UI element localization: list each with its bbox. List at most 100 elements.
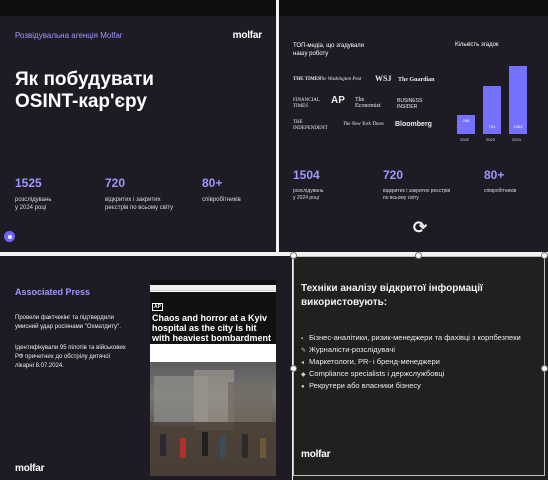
title-line-2: використовують: xyxy=(301,297,388,308)
bullet-text: Рекрутери або власники бізнесу xyxy=(309,381,421,390)
briefcase-icon: ▪ xyxy=(301,336,304,342)
media-logo-washington-post: The Washington Post xyxy=(319,77,362,82)
media-logo-times: THE TIMES xyxy=(293,77,321,82)
megaphone-icon: ◂ xyxy=(301,360,305,366)
para2-line-1: Ідентифікували 95 пілотів та військових xyxy=(15,345,126,351)
stat-label: співробітників xyxy=(484,188,517,194)
bullet-item: ▪ Бізнес-аналітики, ризик-менеджери та фа… xyxy=(301,333,521,342)
slide-topbar xyxy=(279,0,548,16)
bullet-item: ◂ Маркетологи, PR- і бренд-менеджери xyxy=(301,357,440,366)
stat-value: 1525 xyxy=(15,176,42,190)
slide-grid: Розвідувальна агенція Molfar molfar Як п… xyxy=(0,0,548,480)
molfar-logo: molfar xyxy=(232,30,263,41)
molfar-logo: molfar xyxy=(15,463,45,474)
slide-4[interactable]: Техніки аналізу відкритої інформації вик… xyxy=(293,256,548,480)
stat-label: у 2024 році xyxy=(293,195,319,201)
resize-handle-top[interactable] xyxy=(415,252,422,259)
stat-3: 80+ співробітників xyxy=(202,176,241,204)
stat-3: 80+ співробітників xyxy=(484,168,516,195)
title-line-2: OSINT-кар'єру xyxy=(15,91,147,112)
slide-topbar xyxy=(0,0,276,16)
stat-2: 720 відкритих і закритих реєстрів по всь… xyxy=(105,176,173,212)
news-screenshot: AP Chaos and horror at a Kyiv hospital a… xyxy=(150,280,276,476)
slide-title: Associated Press xyxy=(15,287,91,297)
title-line-1: Як побудувати xyxy=(15,69,154,90)
paragraph-1: Провели фактчекінг та підтвердили умисни… xyxy=(15,314,121,332)
bullet-text: Маркетологи, PR- і бренд-менеджери xyxy=(309,357,440,366)
mentions-title: Кількість згадок xyxy=(455,42,499,48)
para1-line-2: умисний удар росіянами "Охматдиту". xyxy=(15,324,121,330)
news-headline: Chaos and horror at a Kyiv hospital as t… xyxy=(152,313,272,353)
chart-tick-label: 2024 xyxy=(512,137,521,142)
resize-handle-top-right[interactable] xyxy=(541,252,548,259)
chart-bar: 741 xyxy=(483,86,501,134)
media-logo-bloomberg: Bloomberg xyxy=(395,121,432,128)
para2-line-3: лікарні 8.07.2024. xyxy=(15,363,64,369)
news-nav xyxy=(150,285,276,291)
slide-1[interactable]: Розвідувальна агенція Molfar molfar Як п… xyxy=(0,0,276,252)
slide-badge-icon[interactable] xyxy=(4,231,15,242)
chart-tick-label: 2022 xyxy=(460,137,469,142)
media-logo-wsj: WSJ xyxy=(375,74,392,83)
stat-label: по всьому світу xyxy=(383,195,419,201)
title-line-1: Техніки аналізу відкритої інформації xyxy=(301,283,483,294)
resize-handle-left[interactable] xyxy=(290,365,297,372)
chart-tick-label: 2023 xyxy=(486,137,495,142)
slide-2[interactable]: ТОП-медіа, що згадували нашу роботу Кіль… xyxy=(279,0,548,252)
para1-line-1: Провели фактчекінг та підтвердили xyxy=(15,315,114,321)
chart-bar: 298 xyxy=(457,115,475,134)
stat-label: відкритих і закритих реєстрів xyxy=(383,188,451,194)
chart-bar: 1063 xyxy=(509,66,527,134)
rotate-handle-icon[interactable]: ⟳ xyxy=(410,218,430,238)
shield-icon: ◆ xyxy=(301,372,306,378)
media-logo-business-insider: BUSINESS INSIDER xyxy=(397,98,423,110)
media-logo-ap: AP xyxy=(331,95,345,106)
slide-3[interactable]: Associated Press Провели фактчекінг та п… xyxy=(0,256,292,480)
bullet-text: Журналісти-розслідувачі xyxy=(309,345,395,354)
chart-data-label: 741 xyxy=(488,124,496,129)
media-title: ТОП-медіа, що згадували нашу роботу xyxy=(293,42,364,58)
chart-data-label: 298 xyxy=(462,118,470,123)
person-icon: ● xyxy=(301,384,305,390)
chart-data-label: 1063 xyxy=(513,124,523,129)
media-title-line-2: нашу роботу xyxy=(293,51,329,57)
slide-title: Техніки аналізу відкритої інформації вик… xyxy=(301,282,483,310)
stat-value: 1504 xyxy=(293,168,320,182)
stat-1: 1525 розслідувань у 2024 році xyxy=(15,176,52,212)
news-headline-block: AP Chaos and horror at a Kyiv hospital a… xyxy=(150,292,276,353)
media-logo-independent: THE INDEPENDENT xyxy=(293,120,328,131)
bullet-item: ● Рекрутери або власники бізнесу xyxy=(301,381,421,390)
para2-line-2: РФ причетних до обстрілу дитячої xyxy=(15,354,111,360)
media-logo-economist: The Economist xyxy=(355,97,381,109)
paragraph-2: Ідентифікували 95 пілотів та військових … xyxy=(15,344,126,371)
news-photo xyxy=(150,362,276,476)
news-outlet-logo: AP xyxy=(152,303,163,311)
molfar-logo: molfar xyxy=(301,449,331,460)
mentions-chart: 298 2022 741 2023 1063 2024 xyxy=(457,60,537,150)
agency-name: Розвідувальна агенція Molfar xyxy=(15,31,123,40)
media-logo-ft: FINANCIAL TIMES xyxy=(293,98,320,109)
stat-value: 720 xyxy=(383,168,404,182)
stat-label: розслідувань xyxy=(15,197,52,203)
bullet-item: ◆ Compliance specialists і держслужбовці xyxy=(301,369,444,378)
stat-label: розслідувань xyxy=(293,188,324,194)
stat-value: 720 xyxy=(105,176,126,190)
resize-handle-right[interactable] xyxy=(541,365,548,372)
stat-label: співробітників xyxy=(202,197,241,203)
bullet-text: Бізнес-аналітики, ризик-менеджери та фах… xyxy=(309,333,521,342)
stat-label: у 2024 році xyxy=(15,205,47,211)
stat-2: 720 відкритих і закритих реєстрів по всь… xyxy=(383,168,450,202)
pen-icon: ✎ xyxy=(301,348,307,354)
media-logo-guardian: The Guardian xyxy=(398,77,435,83)
resize-handle-top-left[interactable] xyxy=(290,252,297,259)
media-title-line-1: ТОП-медіа, що згадували xyxy=(293,43,365,49)
stat-label: реєстрів по всьому світу xyxy=(105,205,174,211)
stat-label: відкритих і закритих xyxy=(105,197,161,203)
stat-value: 80+ xyxy=(484,168,505,182)
bullet-text: Compliance specialists і держслужбовці xyxy=(309,369,445,378)
stat-1: 1504 розслідувань у 2024 році xyxy=(293,168,323,202)
slide-title: Як побудувати OSINT-кар'єру xyxy=(15,69,154,113)
stat-value: 80+ xyxy=(202,176,223,190)
bullet-item: ✎ Журналісти-розслідувачі xyxy=(301,345,395,354)
media-logo-nyt: The New York Times xyxy=(343,122,384,127)
